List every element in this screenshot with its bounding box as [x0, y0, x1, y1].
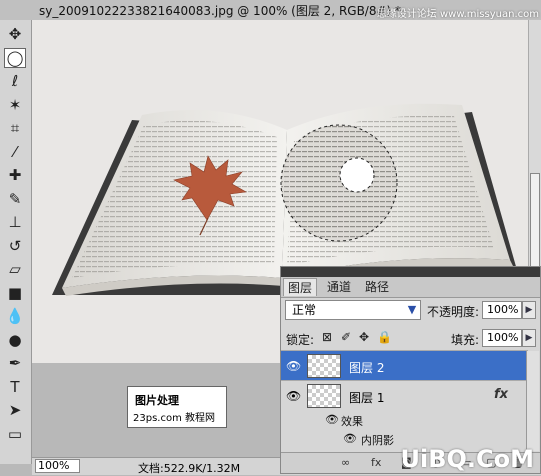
pen-tool[interactable]: ✒: [4, 353, 26, 373]
crop-tool[interactable]: ⌗: [4, 118, 26, 138]
ellipse-marquee-icon: ◯: [6, 48, 24, 67]
blend-mode-select[interactable]: 正常 ▼: [285, 300, 421, 320]
lock-position-icon[interactable]: ✥: [359, 330, 369, 344]
effects-label: 效果: [341, 415, 363, 428]
eyedropper-icon: ⁄: [13, 142, 17, 161]
fill-input[interactable]: 100%: [482, 329, 522, 347]
layer-thumbnail: [307, 354, 341, 378]
path-select-icon: ➤: [8, 401, 22, 419]
path-select-tool[interactable]: ➤: [4, 400, 26, 420]
layer-thumbnail: [307, 384, 341, 408]
eye-icon[interactable]: 👁: [286, 389, 301, 403]
opacity-slider-button[interactable]: ▶: [522, 301, 536, 319]
eye-icon[interactable]: 👁: [286, 359, 301, 373]
blend-mode-value: 正常: [292, 303, 317, 317]
pen-icon: ✒: [8, 354, 22, 372]
zoom-field[interactable]: 100%: [35, 459, 80, 473]
blur-drop-icon: 💧: [5, 307, 25, 325]
lock-all-icon[interactable]: 🔒: [377, 330, 392, 344]
lock-transparency-icon[interactable]: ⊠: [322, 330, 332, 344]
crop-icon: ⌗: [10, 119, 20, 137]
panel-tabs: 图层 通道 路径: [281, 277, 540, 298]
brush-tool[interactable]: ✎: [4, 189, 26, 209]
panel-header-bar[interactable]: [281, 267, 540, 277]
opacity-label: 不透明度:: [427, 305, 480, 319]
magic-wand-tool[interactable]: ✶: [4, 95, 26, 115]
clone-stamp-icon: ⊥: [8, 213, 22, 231]
history-brush-tool[interactable]: ↺: [4, 236, 26, 256]
watermark-line2: 23ps.com 教程网: [133, 413, 215, 424]
eye-icon[interactable]: 👁: [343, 432, 357, 445]
document-title: sy_20091022233821640083.jpg @ 100% (图层 2…: [39, 4, 402, 18]
move-icon: ✥: [8, 25, 22, 43]
stamp-tool[interactable]: ⊥: [4, 212, 26, 232]
dodge-tool[interactable]: ●: [4, 330, 26, 350]
opacity-input[interactable]: 100%: [482, 301, 522, 319]
layer-row-1[interactable]: 👁 图层 1 fx: [281, 380, 528, 410]
rectangle-shape-icon: ▭: [7, 424, 23, 443]
eyedropper-tool[interactable]: ⁄: [4, 142, 26, 162]
marquee-tool[interactable]: ◯: [4, 47, 26, 68]
eraser-icon: ▱: [9, 260, 21, 278]
scrollbar-thumb[interactable]: [530, 173, 540, 273]
effect-item[interactable]: 内阴影: [361, 432, 394, 448]
link-icon[interactable]: ∞: [341, 456, 350, 469]
fill-slider-button[interactable]: ▶: [522, 329, 536, 347]
layer-name: 图层 2: [349, 361, 385, 375]
tab-layers[interactable]: 图层: [283, 278, 318, 296]
tutorial-watermark: 图片处理 23ps.com 教程网: [127, 386, 227, 428]
lock-image-icon[interactable]: ✐: [341, 330, 351, 344]
healing-tool[interactable]: ✚: [4, 165, 26, 185]
lock-label: 锁定:: [286, 333, 315, 347]
toolbox: ✥ ◯ ℓ ✶ ⌗ ⁄ ✚ ✎ ⊥ ↺ ▱ ■ 💧 ● ✒ T ➤ ▭: [0, 20, 32, 464]
layer-row-2[interactable]: 👁 图层 2: [281, 350, 528, 380]
magic-wand-icon: ✶: [8, 95, 22, 114]
layers-panel: 图层 通道 路径 正常 ▼ 不透明度: 100% ▶ 锁定: ⊠ ✐ ✥ 🔒 填…: [280, 266, 541, 474]
blur-tool[interactable]: 💧: [4, 306, 26, 326]
fx-menu-icon[interactable]: fx: [371, 456, 381, 469]
lasso-tool[interactable]: ℓ: [4, 71, 26, 91]
layer-name: 图层 1: [349, 391, 385, 405]
tab-paths[interactable]: 路径: [361, 278, 393, 296]
fx-icon[interactable]: fx: [494, 387, 508, 402]
lasso-icon: ℓ: [11, 72, 19, 90]
document-title-bar: sy_20091022233821640083.jpg @ 100% (图层 2…: [0, 0, 541, 21]
move-tool[interactable]: ✥: [4, 24, 26, 44]
gradient-tool[interactable]: ■: [4, 283, 26, 303]
type-icon: T: [10, 377, 20, 396]
tab-channels[interactable]: 通道: [323, 278, 355, 296]
history-brush-icon: ↺: [8, 236, 22, 255]
type-tool[interactable]: T: [4, 377, 26, 397]
watermark-line1: 图片处理: [135, 394, 179, 407]
eraser-tool[interactable]: ▱: [4, 259, 26, 279]
healing-brush-icon: ✚: [8, 166, 22, 184]
site-watermark-bottom: UiBQ.CoM: [400, 445, 534, 473]
fill-label: 填充:: [451, 333, 480, 347]
gradient-icon: ■: [7, 283, 23, 302]
dodge-icon: ●: [8, 330, 22, 349]
shape-tool[interactable]: ▭: [4, 424, 26, 444]
brush-icon: ✎: [8, 189, 22, 208]
panel-scrollbar[interactable]: [526, 351, 539, 451]
chevron-down-icon: ▼: [407, 303, 417, 316]
eye-icon[interactable]: 👁: [325, 413, 339, 426]
site-watermark-top: 思缘设计论坛 www.missyuan.com: [376, 9, 539, 20]
